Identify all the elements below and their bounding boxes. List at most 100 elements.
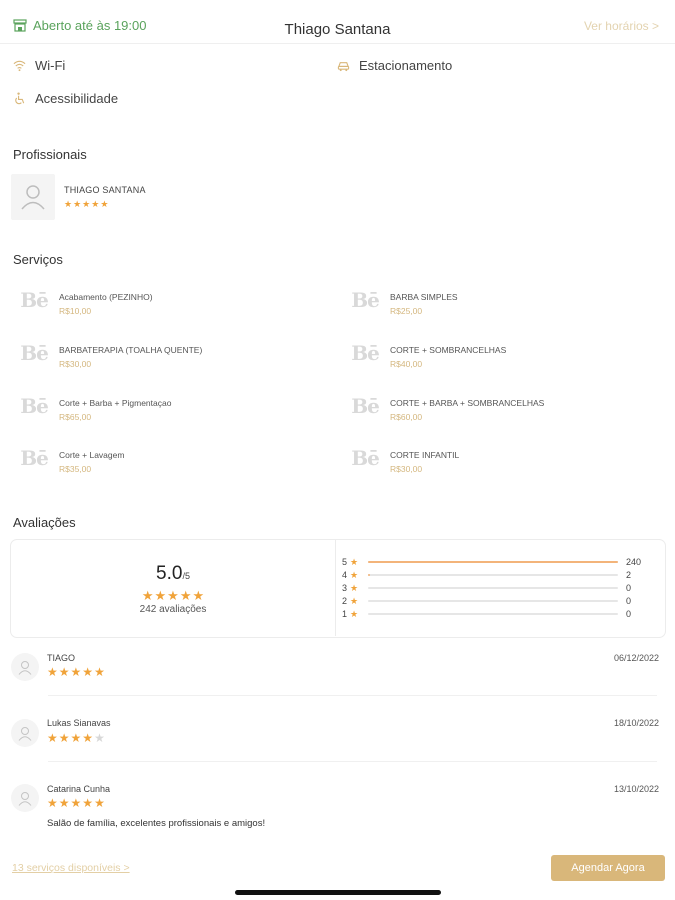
service-item[interactable]: Bē BARBATERAPIA (TOALHA QUENTE) R$30,00 xyxy=(20,341,321,369)
bar-fill xyxy=(368,561,618,563)
service-name: CORTE + BARBA + SOMBRANCELHAS xyxy=(390,398,545,408)
star-icon: ★ xyxy=(64,199,73,209)
star-icon: ★ xyxy=(82,199,91,209)
star-icon: ★ xyxy=(350,582,359,593)
star-icon: ★ xyxy=(47,665,58,679)
service-name: CORTE + SOMBRANCELHAS xyxy=(390,345,507,355)
user-icon xyxy=(18,660,32,675)
service-price: R$30,00 xyxy=(59,359,92,369)
user-icon xyxy=(21,185,45,210)
professionals-title: Profissionais xyxy=(13,147,87,162)
rating-bar-4: 4 ★ 2 xyxy=(342,569,656,581)
star-icon: ★ xyxy=(100,199,109,209)
service-price: R$60,00 xyxy=(390,412,423,422)
page-title-text: Thiago Santana xyxy=(284,21,391,38)
bar-count: 0 xyxy=(626,583,632,593)
review-divider xyxy=(48,695,657,696)
star-icon: ★ xyxy=(350,595,359,606)
bar-count: 0 xyxy=(626,596,632,606)
user-icon xyxy=(18,791,32,806)
service-item[interactable]: Bē BARBA SIMPLES R$25,00 xyxy=(351,288,652,316)
reviewer-name: Lukas Sianavas xyxy=(47,718,111,728)
star-icon: ★ xyxy=(167,588,179,603)
services-title: Serviços xyxy=(13,252,63,267)
service-item[interactable]: Bē CORTE + BARBA + SOMBRANCELHAS R$60,00 xyxy=(351,394,652,422)
service-item[interactable]: Bē CORTE INFANTIL R$30,00 xyxy=(351,446,652,474)
star-icon: ★ xyxy=(47,731,58,745)
professional-rating: ★ ★ ★ ★ ★ xyxy=(64,200,108,209)
star-icon: ★ xyxy=(73,199,82,209)
open-status-text: Aberto até às 19:00 xyxy=(33,18,147,33)
behance-icon: Bē xyxy=(20,341,49,365)
car-icon xyxy=(337,62,350,72)
reviewer-avatar xyxy=(11,784,39,812)
service-item[interactable]: Bē Corte + Barba + Pigmentaçao R$65,00 xyxy=(20,394,321,422)
review-rating: ★ ★ ★ ★ ★ xyxy=(47,732,105,744)
review-date: 06/12/2022 xyxy=(613,653,659,663)
service-item[interactable]: Bē Acabamento (PEZINHO) R$10,00 xyxy=(20,288,321,316)
average-stars: ★ ★ ★ ★ ★ xyxy=(10,589,336,602)
service-item[interactable]: Bē CORTE + SOMBRANCELHAS R$40,00 xyxy=(351,341,652,369)
rating-bar-1: 1 ★ 0 xyxy=(342,608,656,620)
star-icon: ★ xyxy=(82,665,94,679)
reviews-title: Avaliações xyxy=(13,515,76,530)
bar-count: 2 xyxy=(626,570,632,580)
bar-track xyxy=(368,587,618,589)
behance-icon: Bē xyxy=(351,394,380,418)
reviewer-name: Catarina Cunha xyxy=(47,784,111,794)
service-item[interactable]: Bē Corte + Lavagem R$35,00 xyxy=(20,446,321,474)
star-icon: ★ xyxy=(94,796,105,810)
see-hours-link[interactable]: Ver horários > xyxy=(584,19,659,33)
star-icon: ★ xyxy=(141,588,154,603)
reviews-count: 242 avaliações xyxy=(139,604,207,615)
behance-icon: Bē xyxy=(351,446,380,470)
amenity-accessibility: Acessibilidade xyxy=(13,91,118,106)
star-icon: ★ xyxy=(192,588,205,603)
star-icon: ★ xyxy=(94,665,105,679)
star-icon: ★ xyxy=(47,796,58,810)
bar-star-label: 3 xyxy=(342,583,348,593)
service-price: R$35,00 xyxy=(59,464,92,474)
header-divider xyxy=(0,43,675,44)
service-price: R$10,00 xyxy=(59,306,92,316)
service-price: R$65,00 xyxy=(59,412,92,422)
review-divider xyxy=(48,761,657,762)
service-name: Corte + Barba + Pigmentaçao xyxy=(59,398,172,408)
amenity-parking: Estacionamento xyxy=(337,58,452,73)
wheelchair-icon xyxy=(15,92,25,105)
open-status: Aberto até às 19:00 xyxy=(13,18,146,33)
star-icon: ★ xyxy=(58,796,70,810)
service-name: Acabamento (PEZINHO) xyxy=(59,292,153,302)
available-services-link[interactable]: 13 serviços disponíveis > xyxy=(12,862,130,874)
star-icon: ★ xyxy=(94,731,105,745)
review-date: 18/10/2022 xyxy=(613,718,659,728)
star-icon: ★ xyxy=(179,588,192,603)
bar-fill xyxy=(368,574,371,576)
bar-count: 0 xyxy=(626,609,632,619)
bar-track xyxy=(368,600,618,602)
star-icon: ★ xyxy=(82,731,94,745)
review-rating: ★ ★ ★ ★ ★ xyxy=(47,797,105,809)
star-icon: ★ xyxy=(350,608,359,619)
behance-icon: Bē xyxy=(20,446,49,470)
rating-bar-3: 3 ★ 0 xyxy=(342,582,656,594)
rating-bar-2: 2 ★ 0 xyxy=(342,595,656,607)
bar-star-label: 5 xyxy=(342,557,348,567)
book-now-button[interactable]: Agendar Agora xyxy=(551,855,665,881)
professional-avatar[interactable] xyxy=(11,174,55,220)
star-icon: ★ xyxy=(70,665,82,679)
amenity-label: Estacionamento xyxy=(359,58,453,73)
wifi-icon xyxy=(13,60,26,72)
bar-star-label: 1 xyxy=(342,609,348,619)
star-icon: ★ xyxy=(154,588,167,603)
service-name: Corte + Lavagem xyxy=(59,450,125,460)
service-price: R$25,00 xyxy=(390,306,423,316)
bar-track xyxy=(368,561,618,563)
review-date: 13/10/2022 xyxy=(613,784,659,794)
bar-star-label: 4 xyxy=(342,570,348,580)
service-name: BARBA SIMPLES xyxy=(390,292,458,302)
star-icon: ★ xyxy=(58,731,70,745)
bar-star-label: 2 xyxy=(342,596,348,606)
professional-name[interactable]: THIAGO SANTANA xyxy=(64,185,146,195)
amenity-label: Wi-Fi xyxy=(35,58,66,73)
